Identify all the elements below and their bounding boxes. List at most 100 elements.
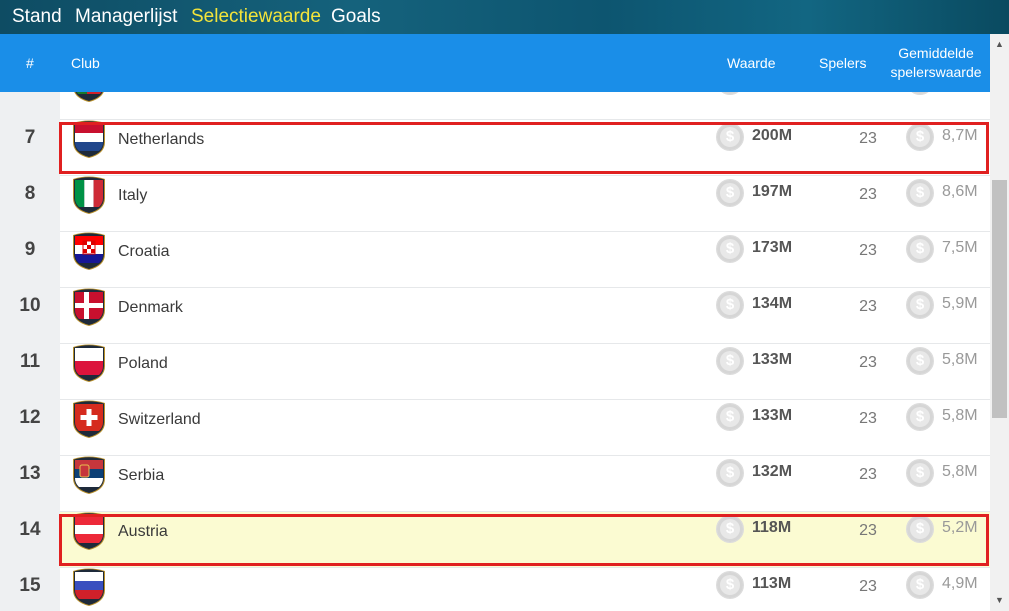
- table-header: # Club Waarde Spelers Gemiddelde spelers…: [0, 34, 990, 92]
- tab-selectiewaarde[interactable]: Selectiewaarde: [191, 6, 321, 28]
- squad-value: 133M: [752, 407, 793, 424]
- club-name[interactable]: Italy: [118, 187, 147, 205]
- squad-value: 133M: [752, 351, 793, 368]
- table-row[interactable]: 12 Switzerland $133M 23 $5,8M: [0, 400, 990, 456]
- club-name[interactable]: Poland: [118, 355, 168, 373]
- coin-icon: $: [716, 403, 744, 431]
- italy-crest-icon: [73, 176, 105, 214]
- rank-number: 6: [0, 92, 60, 120]
- average-player-value: 5,9M: [942, 295, 978, 312]
- austria-crest-icon: [73, 512, 105, 550]
- denmark-crest-icon: [73, 288, 105, 326]
- average-player-value: 8,7M: [942, 127, 978, 144]
- player-count: 23: [859, 186, 877, 203]
- header-avg-line1: Gemiddelde: [898, 45, 974, 61]
- player-count: 23: [859, 466, 877, 483]
- table-row[interactable]: 8 Italy $197M 23 $8,6M: [0, 176, 990, 232]
- average-player-value: 7,5M: [942, 239, 978, 256]
- rank-number: 15: [0, 568, 60, 611]
- coin-icon: $: [906, 515, 934, 543]
- rank-number: 14: [0, 512, 60, 568]
- player-count: 23: [859, 242, 877, 259]
- average-player-value: 4,9M: [942, 575, 978, 592]
- header-rank[interactable]: #: [26, 55, 34, 71]
- club-name[interactable]: Serbia: [118, 467, 164, 485]
- club-name[interactable]: Denmark: [118, 299, 183, 317]
- row-content[interactable]: Switzerland $133M 23 $5,8M: [60, 400, 990, 456]
- rank-number: 8: [0, 176, 60, 232]
- row-content[interactable]: Italy $197M 23 $8,6M: [60, 176, 990, 232]
- tab-managerlijst[interactable]: Managerlijst: [75, 6, 177, 28]
- coin-icon: $: [906, 291, 934, 319]
- row-content[interactable]: Austria $118M 23 $5,2M: [60, 512, 990, 568]
- tab-stand[interactable]: Stand: [12, 6, 62, 28]
- average-player-value: 5,8M: [942, 463, 978, 480]
- rank-number: 12: [0, 400, 60, 456]
- squad-value: 173M: [752, 239, 793, 256]
- squad-value: 200M: [752, 127, 793, 144]
- coin-icon: $: [716, 235, 744, 263]
- header-average-player-value[interactable]: Gemiddelde spelerswaarde: [888, 44, 984, 82]
- club-name[interactable]: Croatia: [118, 243, 170, 261]
- rank-number: 7: [0, 120, 60, 176]
- club-name[interactable]: Netherlands: [118, 131, 204, 149]
- serbia-crest-icon: [73, 456, 105, 494]
- row-content[interactable]: Netherlands $200M 23 $8,7M: [60, 120, 990, 176]
- coin-icon: $: [716, 347, 744, 375]
- table-row[interactable]: 10 Denmark $134M 23 $5,9M: [0, 288, 990, 344]
- coin-icon: $: [906, 92, 934, 95]
- coin-icon: $: [906, 123, 934, 151]
- header-avg-line2: spelerswaarde: [890, 64, 982, 80]
- squad-value: 132M: [752, 463, 793, 480]
- table-row[interactable]: 14 Austria $118M 23 $5,2M: [0, 512, 990, 568]
- top-navigation: Stand Managerlijst Selectiewaarde Goals: [0, 0, 1009, 34]
- row-content[interactable]: Croatia $173M 23 $7,5M: [60, 232, 990, 288]
- coin-icon: $: [906, 347, 934, 375]
- rank-number: 10: [0, 288, 60, 344]
- scroll-down-arrow-icon[interactable]: ▼: [990, 592, 1009, 609]
- coin-icon: $: [716, 123, 744, 151]
- table-row[interactable]: 7 Netherlands $200M 23 $8,7M: [0, 120, 990, 176]
- portugal-crest-icon: [74, 92, 104, 102]
- table-row[interactable]: 13 Serbia $132M 23 $5,8M: [0, 456, 990, 512]
- header-value[interactable]: Waarde: [727, 55, 776, 71]
- table-body: 6Portugal$214M23$9,3M7Netherlands$200M23…: [0, 92, 990, 611]
- rank-number: 13: [0, 456, 60, 512]
- switzerland-crest-icon: [73, 400, 105, 438]
- squad-value: 197M: [752, 183, 793, 200]
- player-count: 23: [859, 410, 877, 427]
- table-row[interactable]: 9 Croatia $173M 23 $7,5M: [0, 232, 990, 288]
- average-player-value: 8,6M: [942, 183, 978, 200]
- coin-icon: $: [716, 92, 744, 95]
- average-player-value: 5,8M: [942, 407, 978, 424]
- team-crest-icon: [73, 568, 105, 606]
- coin-icon: $: [906, 179, 934, 207]
- row-content[interactable]: $113M 23 $4,9M: [60, 568, 990, 611]
- player-count: 23: [859, 130, 877, 147]
- club-name[interactable]: Austria: [118, 523, 168, 541]
- table-row[interactable]: 6Portugal$214M23$9,3M: [0, 92, 990, 120]
- header-players[interactable]: Spelers: [819, 55, 866, 71]
- vertical-scrollbar[interactable]: ▲ ▼: [990, 34, 1009, 611]
- squad-value: 118M: [752, 519, 792, 536]
- header-club[interactable]: Club: [71, 55, 100, 71]
- club-name[interactable]: Portugal: [118, 92, 178, 93]
- row-content[interactable]: Poland $133M 23 $5,8M: [60, 344, 990, 400]
- scrollbar-thumb[interactable]: [992, 180, 1007, 418]
- coin-icon: $: [716, 459, 744, 487]
- tab-goals[interactable]: Goals: [331, 6, 381, 28]
- average-player-value: 5,2M: [942, 519, 978, 536]
- row-content[interactable]: Denmark $134M 23 $5,9M: [60, 288, 990, 344]
- row-content[interactable]: Portugal$214M23$9,3M: [60, 92, 990, 120]
- club-name[interactable]: Switzerland: [118, 411, 201, 429]
- coin-icon: $: [906, 459, 934, 487]
- table-row[interactable]: 11 Poland $133M 23 $5,8M: [0, 344, 990, 400]
- coin-icon: $: [716, 291, 744, 319]
- croatia-crest-icon: [73, 232, 105, 270]
- row-content[interactable]: Serbia $132M 23 $5,8M: [60, 456, 990, 512]
- player-count: 23: [859, 522, 877, 539]
- table-row[interactable]: 15 $113M 23 $4,9M: [0, 568, 990, 611]
- coin-icon: $: [906, 571, 934, 599]
- scroll-up-arrow-icon[interactable]: ▲: [990, 36, 1009, 53]
- squad-value: 134M: [752, 295, 793, 312]
